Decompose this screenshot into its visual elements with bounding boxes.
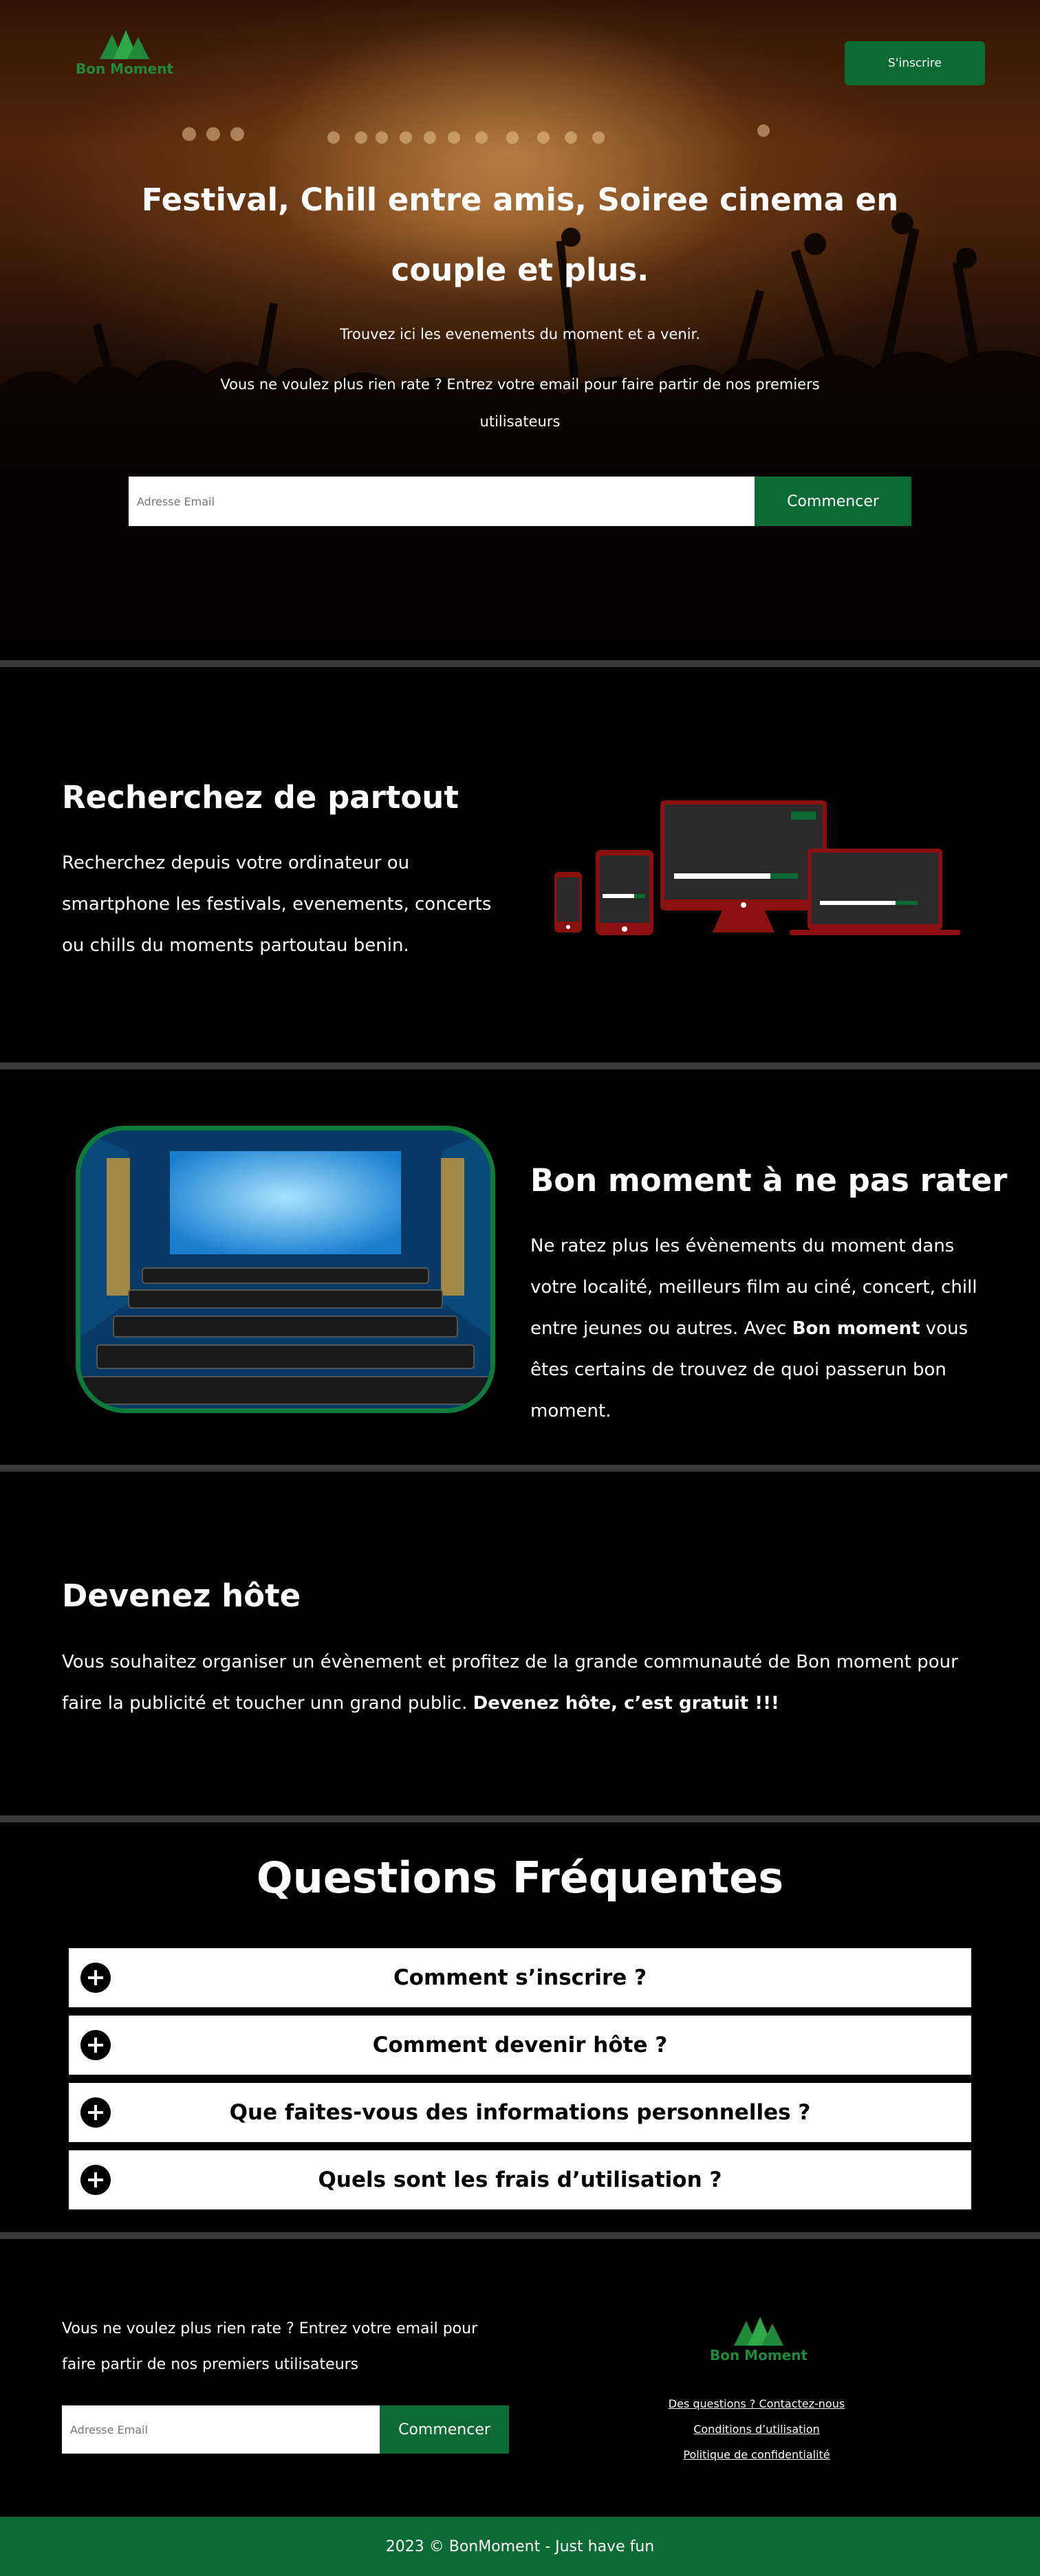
logo-mark-icon (100, 30, 150, 59)
faq-question: Quels sont les frais d’utilisation ? (318, 2168, 722, 2192)
copyright-bar: 2023 © BonMoment - Just have fun (0, 2517, 1040, 2576)
faq-item[interactable]: Comment devenir hôte ? (69, 2016, 971, 2075)
hero-title: Festival, Chill entre amis, Soiree cinem… (141, 182, 899, 288)
faq-question: Que faites-vous des informations personn… (229, 2100, 811, 2125)
faq-item[interactable]: Que faites-vous des informations personn… (69, 2083, 971, 2142)
logo-text: Bon Moment (76, 61, 174, 77)
search-section-text: Recherchez depuis votre ordinateur ou sm… (62, 853, 492, 956)
plus-icon[interactable] (80, 2097, 111, 2128)
logo-mark-icon (734, 2317, 784, 2346)
section-divider (0, 2232, 1040, 2239)
responsive-devices-illustration (554, 800, 960, 935)
host-section-text: Vous souhaitez organiser un évènement et… (62, 1641, 997, 1724)
host-section-title: Devenez hôte (62, 1578, 301, 1614)
logo-text: Bon Moment (710, 2347, 808, 2364)
moment-section-text: Ne ratez plus les évènements du moment d… (530, 1225, 984, 1432)
plus-icon[interactable] (80, 1963, 111, 1993)
hero-signup-form: Commencer (129, 477, 911, 526)
footer-signup-form: Commencer (62, 2405, 509, 2454)
plus-icon[interactable] (80, 2030, 111, 2060)
faq-title: Questions Fréquentes (256, 1853, 784, 1903)
host-text-bold: Devenez hôte, c’est gratuit !!! (473, 1693, 779, 1714)
section-divider (0, 1062, 1040, 1069)
search-section-title: Recherchez de partout (62, 779, 459, 816)
contact-link[interactable]: Des questions ? Contactez-nous (619, 2391, 894, 2416)
section-divider (0, 1815, 1040, 1822)
section-divider (0, 1465, 1040, 1472)
hero-start-button[interactable]: Commencer (755, 477, 911, 526)
faq-question: Comment devenir hôte ? (372, 2033, 668, 2057)
footer-logo[interactable]: Bon Moment (710, 2314, 808, 2364)
hero-cta-text: Vous ne voulez plus rien rate ? Entrez v… (220, 376, 820, 430)
terms-link[interactable]: Conditions d’utilisation (619, 2416, 894, 2442)
footer-links: Des questions ? Contactez-nous Condition… (619, 2391, 894, 2467)
faq-item[interactable]: Comment s’inscrire ? (69, 1948, 971, 2007)
faq-question: Comment s’inscrire ? (393, 1965, 647, 1990)
footer-email-input[interactable] (62, 2405, 380, 2454)
hero-subtitle: Trouvez ici les evenements du moment et … (340, 326, 700, 342)
plus-icon[interactable] (80, 2165, 111, 2195)
footer-cta-text: Vous ne voulez plus rien rate ? Entrez v… (62, 2320, 478, 2373)
hero-email-input[interactable] (129, 477, 755, 526)
logo[interactable]: Bon Moment (76, 28, 173, 77)
section-divider (0, 660, 1040, 667)
privacy-link[interactable]: Politique de confidentialité (619, 2442, 894, 2467)
signup-button[interactable]: S'inscrire (845, 41, 985, 85)
moment-text-bold: Bon moment (792, 1318, 920, 1339)
copyright-text: 2023 © BonMoment - Just have fun (385, 2537, 655, 2555)
faq-item[interactable]: Quels sont les frais d’utilisation ? (69, 2150, 971, 2209)
moment-section-title: Bon moment à ne pas rater (530, 1162, 1008, 1199)
footer-start-button[interactable]: Commencer (380, 2405, 509, 2454)
cinema-image (76, 1126, 495, 1413)
